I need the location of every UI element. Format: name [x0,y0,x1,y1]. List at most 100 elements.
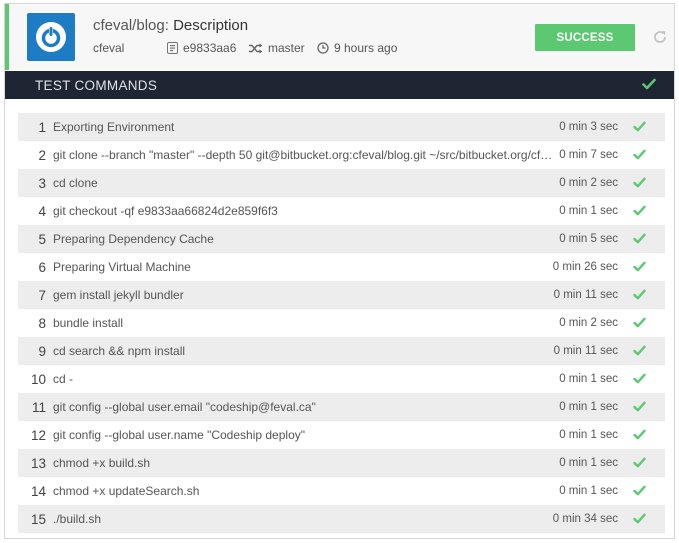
command-row[interactable]: 10 cd - 0 min 1 sec [18,365,665,393]
section-title: TEST COMMANDS [35,77,158,93]
command-text: git checkout -qf e9833aa66824d2e859f6f3 [53,204,278,218]
command-row[interactable]: 6 Preparing Virtual Machine 0 min 26 sec [18,253,665,281]
command-number: 2 [38,147,46,163]
command-number: 6 [38,259,46,275]
shuffle-branch-icon [249,43,263,54]
command-list: 1 Exporting Environment 0 min 3 sec 2 git cl… [18,113,665,533]
command-row[interactable]: 15 ./build.sh 0 min 34 sec [18,505,665,533]
command-text: git clone --branch "master" --depth 50 g… [53,148,558,162]
command-number: 15 [30,511,46,527]
command-row[interactable]: 5 Preparing Dependency Cache 0 min 5 sec [18,225,665,253]
build-meta: cfeval e9833aa6 master 9 hours ago [93,41,397,55]
command-row[interactable]: 14 chmod +x updateSearch.sh 0 min 1 sec [18,477,665,505]
command-text: git config --global user.email "codeship… [53,400,316,414]
avatar [27,13,75,61]
command-duration: 0 min 1 sec [559,429,618,441]
command-row[interactable]: 7 gem install jekyll bundler 0 min 11 sec [18,281,665,309]
success-check-icon [633,121,646,135]
time-ago: 9 hours ago [334,41,398,55]
command-duration: 0 min 2 sec [559,177,618,189]
command-duration: 0 min 3 sec [559,121,618,133]
command-text: bundle install [53,316,124,330]
test-commands-header[interactable]: TEST COMMANDS [5,71,674,99]
build-time: 9 hours ago [317,41,397,55]
build-panel: cfeval/blog: Description cfeval e9833aa6 [4,3,675,539]
command-number: 1 [38,119,46,135]
success-check-icon [633,513,646,527]
status-success-button[interactable]: SUCCESS [535,24,635,51]
command-row[interactable]: 4 git checkout -qf e9833aa66824d2e859f6f3… [18,197,665,225]
command-text: Preparing Virtual Machine [53,260,191,274]
command-duration: 0 min 1 sec [559,485,618,497]
owner-label: cfeval [93,41,125,55]
command-duration: 0 min 34 sec [552,513,618,525]
command-duration: 0 min 2 sec [559,317,618,329]
command-text: cd - [53,372,74,386]
repo-path[interactable]: cfeval/blog: [93,17,169,34]
command-number: 3 [38,175,46,191]
command-duration: 0 min 1 sec [559,205,618,217]
command-number: 10 [30,371,46,387]
command-text: Preparing Dependency Cache [53,232,214,246]
command-row[interactable]: 3 cd clone 0 min 2 sec [18,169,665,197]
command-duration: 0 min 7 sec [559,149,618,161]
command-row[interactable]: 1 Exporting Environment 0 min 3 sec [18,113,665,141]
success-check-icon [633,317,646,331]
command-row[interactable]: 8 bundle install 0 min 2 sec [18,309,665,337]
success-check-icon [633,233,646,247]
command-duration: 0 min 11 sec [553,345,618,357]
command-duration: 0 min 5 sec [559,233,618,245]
commit-link[interactable]: e9833aa6 [167,41,249,55]
command-row[interactable]: 12 git config --global user.name "Codeshi… [18,421,665,449]
command-number: 12 [30,427,46,443]
command-text: Exporting Environment [53,120,175,134]
command-text: chmod +x build.sh [53,456,151,470]
command-duration: 0 min 11 sec [553,289,618,301]
command-text: chmod +x updateSearch.sh [53,484,200,498]
command-number: 9 [38,343,46,359]
build-title[interactable]: cfeval/blog: Description [93,17,248,34]
success-check-icon [633,289,646,303]
clock-icon [317,42,329,54]
build-owner: cfeval [93,41,167,55]
command-duration: 0 min 1 sec [559,373,618,385]
command-row[interactable]: 2 git clone --branch "master" --depth 50 … [18,141,665,169]
build-header: cfeval/blog: Description cfeval e9833aa6 [5,4,674,70]
command-row[interactable]: 13 chmod +x build.sh 0 min 1 sec [18,449,665,477]
command-number: 8 [38,315,46,331]
build-description: Description [173,17,249,34]
success-check-icon [633,205,646,219]
command-text: cd search && npm install [53,344,186,358]
commit-icon [167,42,178,54]
success-check-icon [633,345,646,359]
restart-build-icon[interactable] [652,29,668,45]
command-duration: 0 min 1 sec [559,457,618,469]
section-success-check-icon [642,78,656,93]
success-check-icon [633,485,646,499]
command-number: 7 [38,287,46,303]
command-number: 5 [38,231,46,247]
success-check-icon [633,401,646,415]
branch-link[interactable]: master [249,41,317,55]
command-duration: 0 min 1 sec [559,401,618,413]
command-number: 13 [30,455,46,471]
success-check-icon [633,177,646,191]
command-text: cd clone [53,176,98,190]
power-logo-icon [36,22,66,52]
success-check-icon [633,457,646,471]
command-text: ./build.sh [53,512,102,526]
command-row[interactable]: 9 cd search && npm install 0 min 11 sec [18,337,665,365]
command-number: 11 [31,399,46,415]
command-duration: 0 min 26 sec [552,261,618,273]
command-row[interactable]: 11 git config --global user.email "codesh… [18,393,665,421]
command-number: 14 [30,483,46,499]
command-text: git config --global user.name "Codeship … [53,428,305,442]
success-check-icon [633,429,646,443]
success-check-icon [633,261,646,275]
success-check-icon [633,373,646,387]
command-text: gem install jekyll bundler [53,288,184,302]
branch-name[interactable]: master [268,41,305,55]
command-number: 4 [38,203,46,219]
commit-hash[interactable]: e9833aa6 [183,41,236,55]
success-check-icon [633,149,646,163]
